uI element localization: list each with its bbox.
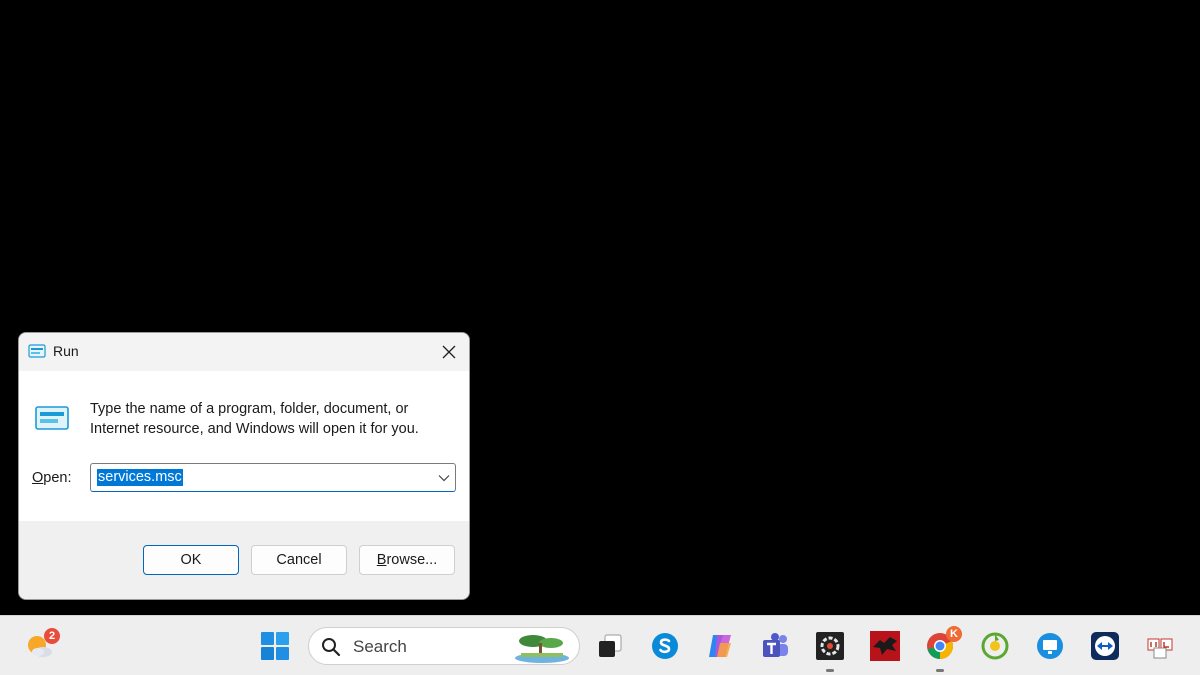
run-program-icon xyxy=(35,406,69,430)
weather-widget[interactable]: 2 xyxy=(20,626,60,666)
teams-icon xyxy=(763,633,788,657)
task-view-button[interactable] xyxy=(590,626,630,666)
taskbar-teamviewer[interactable] xyxy=(1085,626,1125,666)
running-indicator xyxy=(936,669,944,672)
taskbar-remote-desktop[interactable] xyxy=(1030,626,1070,666)
open-label: Open: xyxy=(32,470,72,486)
dialog-footer: OK Cancel Browse... xyxy=(19,521,469,599)
taskbar-input-app[interactable] xyxy=(1140,626,1180,666)
recorder-icon xyxy=(816,632,844,660)
open-label-text: pen: xyxy=(43,470,72,486)
dragon-app-icon xyxy=(870,631,900,661)
task-view-icon xyxy=(599,634,622,657)
taskbar-dragon-app[interactable] xyxy=(865,626,905,666)
title-bar[interactable]: Run xyxy=(19,333,469,371)
chrome-profile-badge: K xyxy=(946,626,962,642)
taskbar-recorder[interactable] xyxy=(810,626,850,672)
open-combobox[interactable]: services.msc xyxy=(90,463,456,492)
dialog-title: Run xyxy=(53,343,79,359)
chevron-down-icon xyxy=(438,475,450,482)
run-app-icon xyxy=(28,344,46,358)
close-icon xyxy=(442,345,456,359)
taskbar-chrome[interactable]: K xyxy=(920,626,962,672)
dropdown-button[interactable] xyxy=(437,471,451,485)
run-dialog: Run Type the name of a program, folder, … xyxy=(18,332,470,600)
search-highlight-icon xyxy=(515,635,569,663)
taskbar-copilot[interactable] xyxy=(700,626,740,666)
input-app-icon xyxy=(1147,638,1173,659)
browse-label: rowse... xyxy=(386,552,438,568)
cancel-button[interactable]: Cancel xyxy=(251,545,347,575)
taskbar: 2 Search K xyxy=(0,615,1200,675)
taskbar-green-app[interactable] xyxy=(975,626,1015,666)
dialog-description: Type the name of a program, folder, docu… xyxy=(90,401,419,437)
taskbar-skype[interactable] xyxy=(645,626,685,666)
weather-badge: 2 xyxy=(44,628,60,644)
teamviewer-icon xyxy=(1091,632,1119,660)
remote-desktop-icon xyxy=(1037,633,1063,659)
browse-button[interactable]: Browse... xyxy=(359,545,455,575)
close-button[interactable] xyxy=(429,333,469,371)
open-label-access-key: O xyxy=(32,470,44,486)
taskbar-search[interactable]: Search xyxy=(308,627,580,665)
ok-button[interactable]: OK xyxy=(143,545,239,575)
start-button[interactable] xyxy=(255,626,295,666)
browse-access-key: B xyxy=(376,552,387,568)
green-app-icon xyxy=(981,632,1009,660)
open-input-value[interactable]: services.msc xyxy=(97,469,183,486)
search-icon xyxy=(322,638,341,657)
skype-icon xyxy=(652,633,678,659)
start-icon xyxy=(261,632,289,660)
search-placeholder: Search xyxy=(353,637,407,656)
taskbar-teams[interactable] xyxy=(755,626,795,666)
running-indicator xyxy=(826,669,834,672)
copilot-icon xyxy=(709,635,731,657)
